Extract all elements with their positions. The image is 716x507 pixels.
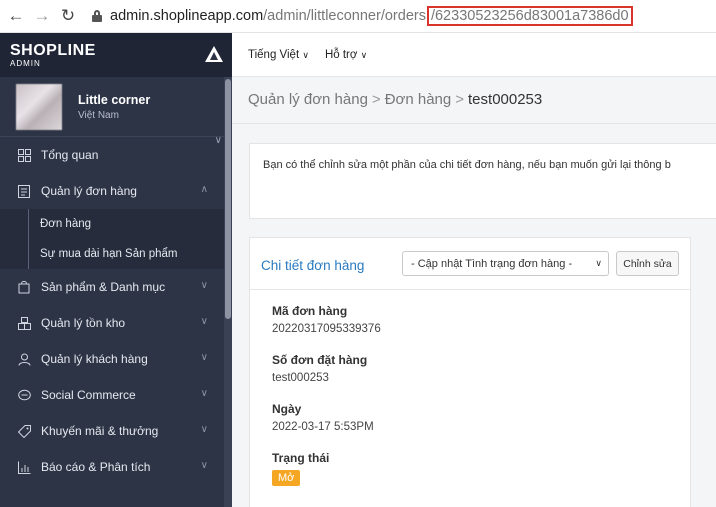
chevron-down-icon: ∨ (200, 352, 208, 363)
sidebar-item-promotions[interactable]: Khuyến mãi & thưởng ∨ (0, 413, 232, 449)
sidebar-item-label: Báo cáo & Phân tích (41, 460, 151, 474)
tag-icon (17, 424, 31, 438)
sidebar-item-label: Sản phẩm & Danh mục (41, 280, 166, 294)
breadcrumb-orders[interactable]: Đơn hàng (385, 91, 452, 108)
card-title: Chi tiết đơn hàng (261, 258, 365, 273)
field-label: Mã đơn hàng (272, 304, 348, 318)
sidebar-menu: Tổng quan Quản lý đơn hàng ∧ Đơn hàng Sự… (0, 137, 232, 485)
sidebar-item-label: Khuyến mãi & thưởng (41, 424, 159, 438)
main-content: Quản lý đơn hàng > Đơn hàng > test000253 Bạn… (232, 77, 716, 507)
chevron-down-icon: ∨ (200, 316, 208, 327)
breadcrumb-current: test000253 (468, 91, 543, 108)
url-path: /admin/littleconner/orders (263, 8, 426, 24)
support-dropdown[interactable]: Hỗ trợ ∨ (325, 49, 367, 61)
field-label: Ngày (272, 402, 302, 416)
divider (232, 123, 716, 124)
inventory-icon (17, 316, 31, 330)
sidebar-item-label: Tổng quan (41, 148, 99, 162)
sidebar-item-customers[interactable]: Quản lý khách hàng ∨ (0, 341, 232, 377)
breadcrumb: Quản lý đơn hàng > Đơn hàng > test000253 (248, 91, 542, 108)
sidebar-item-label: Quản lý đơn hàng (41, 184, 137, 198)
chevron-up-icon: ∧ (200, 184, 208, 195)
sidebar-item-inventory[interactable]: Quản lý tồn kho ∨ (0, 305, 232, 341)
url-host: admin.shoplineapp.com (110, 8, 264, 24)
sidebar-subitem-subscriptions[interactable]: Sự mua dài hạn Sản phẩm (0, 239, 232, 269)
info-notice: Bạn có thể chỉnh sửa một phần của chi ti… (249, 143, 716, 219)
chevron-down-icon: ∨ (200, 388, 208, 399)
field-label: Trạng thái (272, 451, 330, 465)
browser-toolbar: ← → ↻ admin.shoplineapp.com/admin/little… (0, 0, 716, 33)
reload-icon[interactable]: ↻ (58, 6, 78, 26)
address-bar[interactable]: admin.shoplineapp.com/admin/littleconner… (92, 6, 633, 26)
order-status-select[interactable]: - Cập nhật Tình trạng đơn hàng - ∨ (402, 251, 609, 276)
sidebar-item-reports[interactable]: Báo cáo & Phân tích ∨ (0, 449, 232, 485)
top-header: Tiếng Việt ∨ Hỗ trợ ∨ (232, 33, 716, 77)
sidebar-item-orders[interactable]: Quản lý đơn hàng ∧ (0, 173, 232, 209)
card-header: Chi tiết đơn hàng - Cập nhật Tình trạng … (250, 238, 690, 290)
field-date: Ngày 2022-03-17 5:53PM (272, 402, 374, 433)
back-icon[interactable]: ← (6, 6, 26, 26)
sidebar-subitem-label: Sự mua dài hạn Sản phẩm (40, 248, 178, 260)
chevron-down-icon: ∨ (360, 49, 368, 60)
field-value: test000253 (272, 372, 329, 384)
sidebar-item-products[interactable]: Sản phẩm & Danh mục ∨ (0, 269, 232, 305)
logo-sub: ADMIN (10, 58, 41, 68)
bag-icon (17, 280, 31, 294)
field-value: 20220317095339376 (272, 323, 381, 335)
edit-button[interactable]: Chỉnh sửa (616, 251, 679, 276)
sidebar-item-overview[interactable]: Tổng quan (0, 137, 232, 173)
chevron-down-icon: ∨ (302, 49, 309, 60)
logo-brand: SHOPLINE (10, 41, 96, 59)
chat-icon (17, 388, 31, 402)
url-highlighted-id: /62330523256d83001a7386d0 (426, 6, 633, 26)
breadcrumb-separator: > (371, 91, 381, 108)
user-icon (17, 352, 31, 366)
status-badge: Mở (272, 470, 301, 486)
order-details-card: Chi tiết đơn hàng - Cập nhật Tình trạng … (249, 237, 691, 507)
dashboard-icon (17, 148, 31, 162)
sidebar-subitem-label: Đơn hàng (40, 218, 92, 230)
shopline-logo[interactable]: SHOPLINE ADMIN (10, 41, 96, 68)
field-label: Số đơn đặt hàng (272, 353, 368, 367)
support-label: Hỗ trợ (324, 48, 358, 61)
store-switcher[interactable]: Little corner Việt Nam (0, 77, 232, 137)
breadcrumb-separator: > (455, 91, 465, 108)
chart-icon (17, 460, 31, 474)
store-country: Việt Nam (78, 109, 119, 121)
notice-text: Bạn có thể chỉnh sửa một phần của chi ti… (263, 159, 671, 171)
sidebar-header: SHOPLINE ADMIN (0, 33, 232, 77)
sidebar-subitem-orders[interactable]: Đơn hàng (0, 209, 232, 239)
field-order-id: Mã đơn hàng 20220317095339376 (272, 304, 381, 335)
field-status: Trạng thái Mở (272, 451, 329, 486)
sidebar-toggle-icon[interactable] (204, 45, 224, 63)
orders-submenu: Đơn hàng Sự mua dài hạn Sản phẩm (0, 209, 232, 269)
chevron-down-icon: ∨ (200, 460, 208, 471)
sidebar: SHOPLINE ADMIN Little corner Việt Nam ∨ … (0, 33, 232, 507)
sidebar-item-label: Quản lý khách hàng (41, 352, 148, 366)
language-label: Tiếng Việt (248, 48, 300, 61)
select-value: - Cập nhật Tình trạng đơn hàng - (411, 257, 573, 270)
field-value: 2022-03-17 5:53PM (272, 421, 374, 433)
sidebar-scrollbar[interactable] (224, 77, 232, 507)
sidebar-item-social-commerce[interactable]: Social Commerce ∨ (0, 377, 232, 413)
language-dropdown[interactable]: Tiếng Việt ∨ (248, 49, 309, 61)
store-avatar (16, 83, 62, 130)
forward-icon[interactable]: → (32, 6, 52, 26)
sidebar-item-label: Social Commerce (41, 388, 136, 402)
sidebar-item-label: Quản lý tồn kho (41, 316, 126, 330)
store-name: Little corner (78, 92, 151, 107)
field-order-number: Số đơn đặt hàng test000253 (272, 353, 367, 384)
breadcrumb-orders-management[interactable]: Quản lý đơn hàng (248, 91, 368, 108)
chevron-down-icon: ∨ (200, 280, 208, 291)
clipboard-icon (17, 184, 31, 198)
chevron-down-icon: ∨ (200, 424, 208, 435)
chevron-down-icon: ∨ (595, 258, 602, 268)
lock-icon (92, 10, 102, 22)
